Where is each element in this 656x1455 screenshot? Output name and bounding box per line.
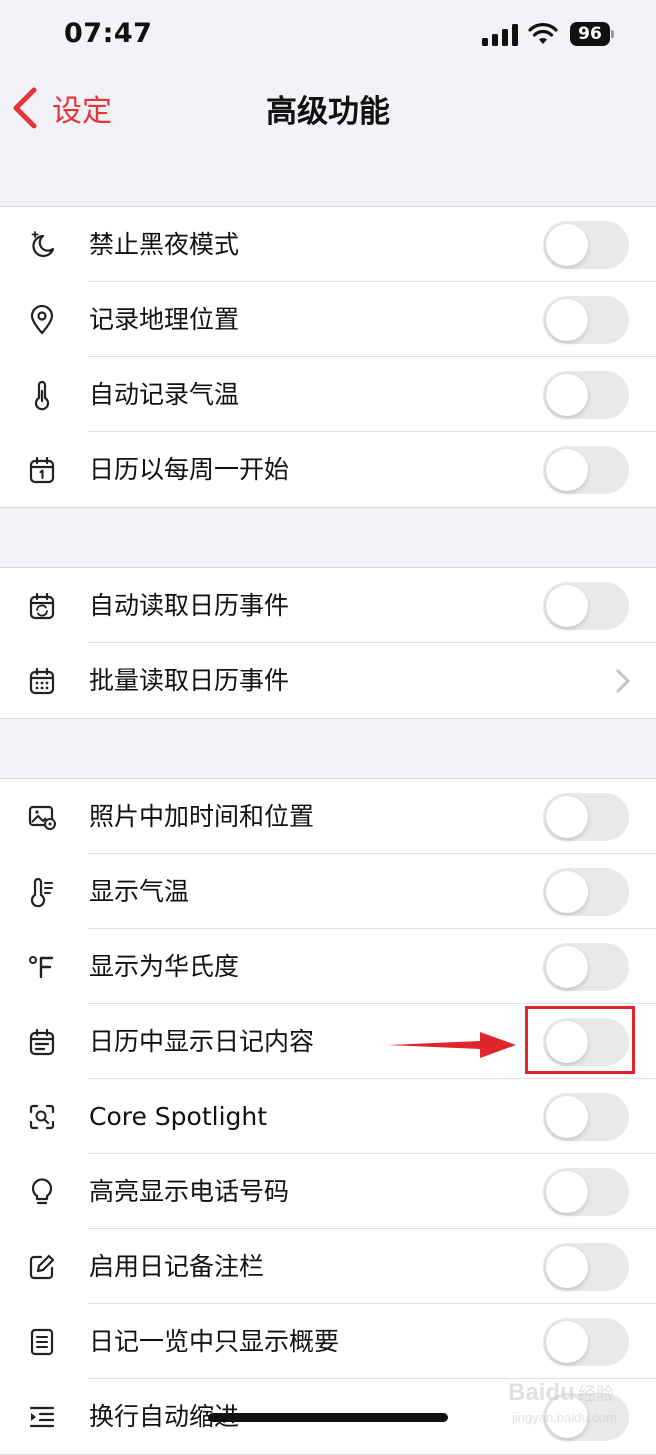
- thermometer-icon: [26, 379, 58, 411]
- toggle-switch[interactable]: [543, 1093, 629, 1141]
- photo-location-icon: [26, 801, 58, 833]
- setting-label: 照片中加时间和位置: [89, 802, 315, 831]
- setting-label: 日记一览中只显示概要: [89, 1327, 340, 1356]
- setting-row-photo-time-location: 照片中加时间和位置: [0, 779, 656, 854]
- calendar-grid-icon: [26, 665, 58, 697]
- toggle-switch[interactable]: [543, 296, 629, 344]
- moon-stars-icon: [26, 229, 58, 261]
- location-pin-icon: [26, 304, 58, 336]
- toggle-switch[interactable]: [543, 1243, 629, 1291]
- annotation-arrow: [388, 1032, 516, 1058]
- battery-icon: 96: [570, 22, 614, 46]
- toggle-switch[interactable]: [543, 582, 629, 630]
- status-bar: 07:47 96: [0, 0, 656, 70]
- cellular-signal-icon: [482, 24, 518, 46]
- setting-row-batch-read-calendar-events[interactable]: 批量读取日历事件: [0, 643, 656, 718]
- indent-icon: [26, 1401, 58, 1433]
- setting-label: 批量读取日历事件: [89, 666, 290, 695]
- lightbulb-icon: [26, 1176, 58, 1208]
- setting-row-fahrenheit: 显示为华氏度: [0, 929, 656, 1004]
- baidu-watermark-logo: Baidu 经验 jingyan.baidu.com: [508, 1370, 628, 1430]
- setting-label: 显示气温: [89, 877, 190, 906]
- setting-row-auto-read-calendar-events: 自动读取日历事件: [0, 568, 656, 643]
- battery-level: 96: [570, 22, 610, 46]
- spotlight-icon: [26, 1101, 58, 1133]
- calendar-text-icon: [26, 1026, 58, 1058]
- setting-label: 自动读取日历事件: [89, 591, 290, 620]
- settings-group-display: 照片中加时间和位置 显示气温 显示为华氏度 日历中显示日记内容 Core Spo…: [0, 778, 656, 1455]
- svg-text:jingyan.baidu.com: jingyan.baidu.com: [511, 1410, 617, 1425]
- chevron-right-icon: [616, 669, 630, 693]
- setting-row-core-spotlight: Core Spotlight: [0, 1079, 656, 1154]
- page-title: 高级功能: [266, 94, 390, 130]
- toggle-switch[interactable]: [543, 943, 629, 991]
- setting-label: 显示为华氏度: [89, 952, 240, 981]
- setting-label: 禁止黑夜模式: [89, 230, 240, 259]
- setting-row-week-starts-monday: 日历以每周一开始: [0, 432, 656, 507]
- svg-text:经验: 经验: [578, 1384, 614, 1405]
- setting-row-summary-only: 日记一览中只显示概要: [0, 1304, 656, 1379]
- wifi-icon: [528, 23, 558, 44]
- home-indicator[interactable]: [208, 1413, 448, 1422]
- settings-group-general: 禁止黑夜模式 记录地理位置 自动记录气温 日历以每周一开始: [0, 206, 656, 508]
- setting-label: Core Spotlight: [89, 1102, 268, 1131]
- setting-row-highlight-phone-numbers: 高亮显示电话号码: [0, 1154, 656, 1229]
- setting-label: 日历中显示日记内容: [89, 1027, 315, 1056]
- calendar-sync-icon: [26, 590, 58, 622]
- edit-square-icon: [26, 1251, 58, 1283]
- toggle-switch[interactable]: [543, 868, 629, 916]
- toggle-switch[interactable]: [543, 371, 629, 419]
- document-lines-icon: [26, 1326, 58, 1358]
- status-time: 07:47: [64, 18, 153, 49]
- toggle-switch[interactable]: [543, 221, 629, 269]
- setting-label: 日历以每周一开始: [89, 455, 290, 484]
- toggle-switch[interactable]: [543, 446, 629, 494]
- svg-text:Baidu: Baidu: [508, 1379, 575, 1406]
- calendar-one-icon: [26, 454, 58, 486]
- annotation-highlight-box: [525, 1006, 635, 1074]
- toggle-switch[interactable]: [543, 1318, 629, 1366]
- setting-label: 高亮显示电话号码: [89, 1177, 290, 1206]
- setting-row-diary-notes-field: 启用日记备注栏: [0, 1229, 656, 1304]
- fahrenheit-icon: [26, 951, 58, 983]
- setting-row-show-temperature: 显示气温: [0, 854, 656, 929]
- setting-row-disable-dark-mode: 禁止黑夜模式: [0, 207, 656, 282]
- setting-label: 自动记录气温: [89, 380, 240, 409]
- setting-label: 启用日记备注栏: [89, 1252, 265, 1281]
- setting-label: 记录地理位置: [89, 305, 240, 334]
- thermometer-lines-icon: [26, 876, 58, 908]
- toggle-switch[interactable]: [543, 793, 629, 841]
- setting-row-auto-record-temperature: 自动记录气温: [0, 357, 656, 432]
- settings-group-calendar: 自动读取日历事件 批量读取日历事件: [0, 567, 656, 719]
- nav-bar: 设定 高级功能: [0, 70, 656, 146]
- toggle-switch[interactable]: [543, 1168, 629, 1216]
- setting-row-record-location: 记录地理位置: [0, 282, 656, 357]
